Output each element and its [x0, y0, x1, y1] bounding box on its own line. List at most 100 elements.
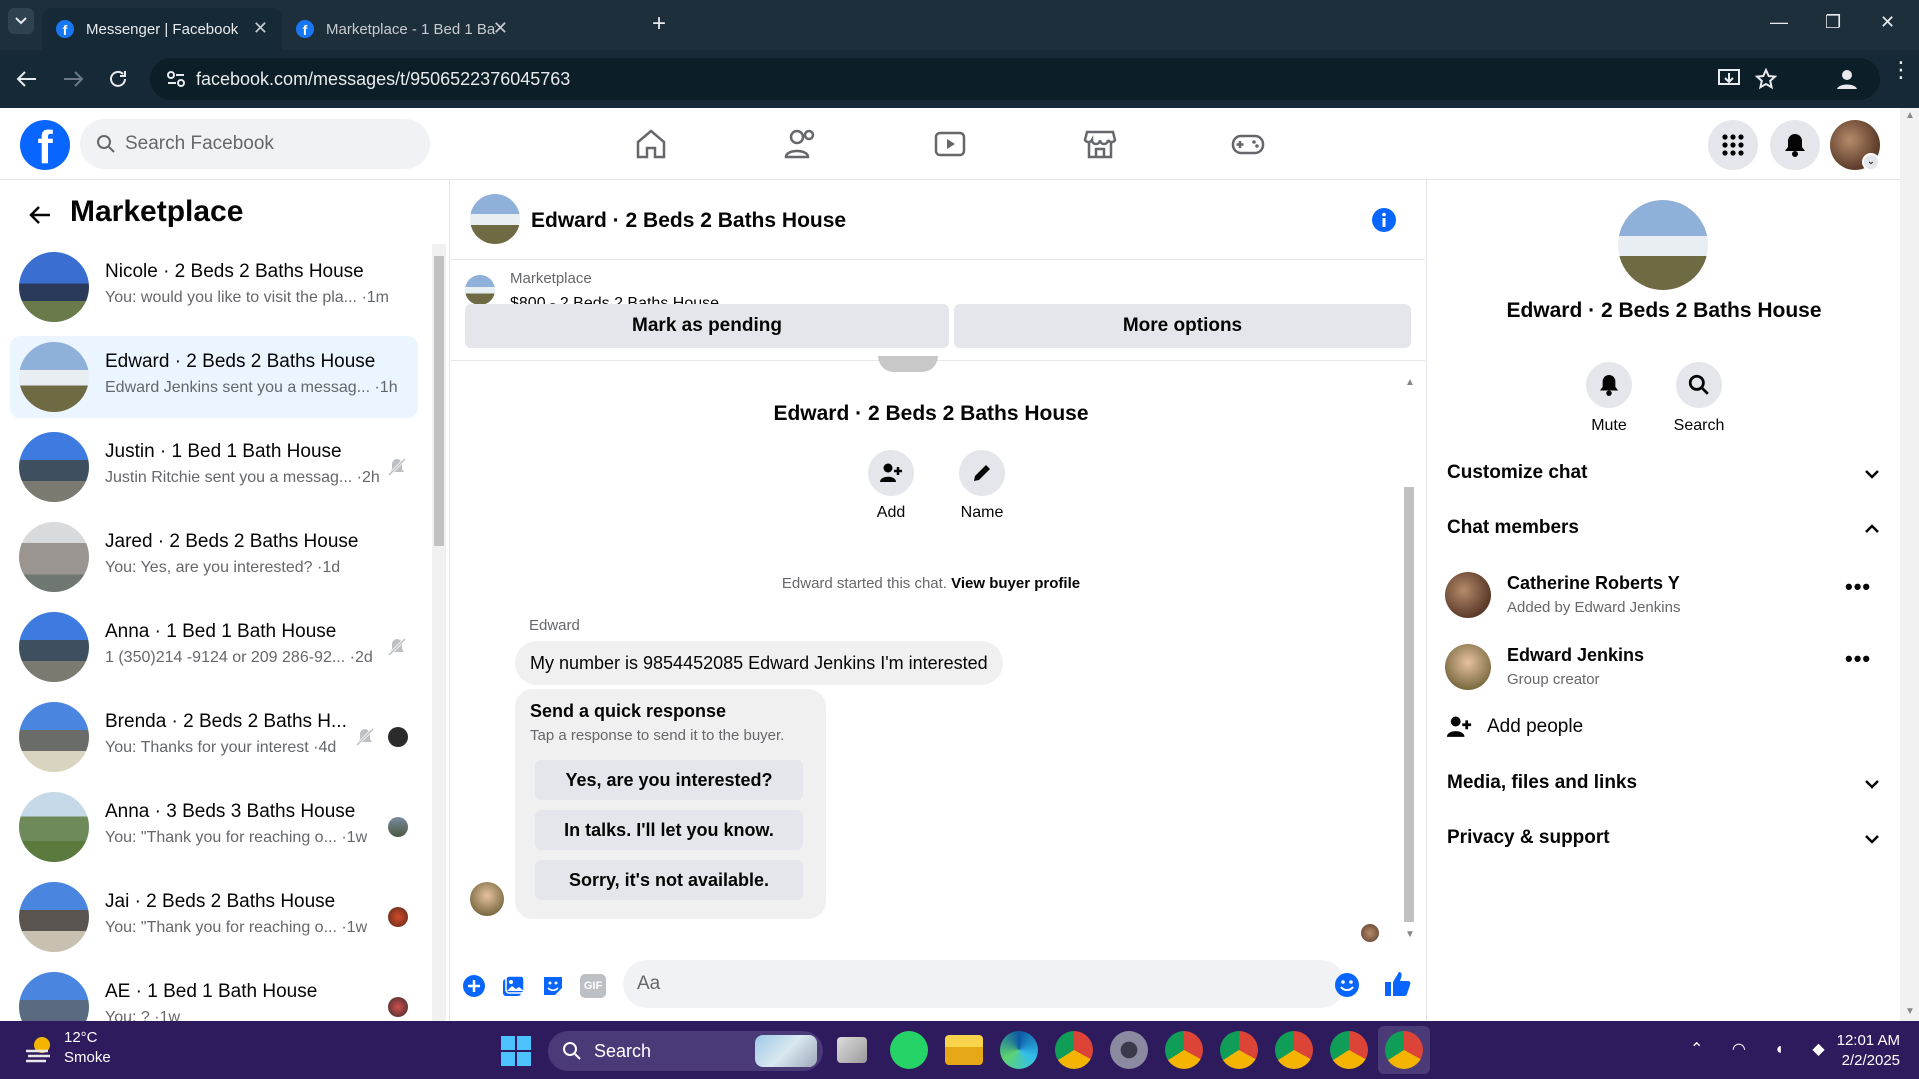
listing-thumbnail	[19, 522, 89, 592]
view-buyer-profile-link[interactable]: View buyer profile	[951, 575, 1080, 592]
info-icon[interactable]	[1371, 207, 1397, 233]
friends-icon[interactable]	[783, 126, 819, 162]
start-button[interactable]	[501, 1036, 531, 1066]
conversation-item[interactable]: AE · 1 Bed 1 Bath House You: ? ·1w	[10, 966, 418, 1021]
mute-button[interactable]: Mute	[1574, 362, 1644, 435]
member-item[interactable]: Catherine Roberts Y Added by Edward Jenk…	[1427, 570, 1901, 630]
facebook-logo[interactable]: f	[20, 120, 70, 170]
conversation-item[interactable]: Anna · 3 Beds 3 Baths House You: "Thank …	[10, 786, 418, 868]
listing-thumbnail	[19, 972, 89, 1021]
mark-pending-button[interactable]: Mark as pending	[465, 304, 949, 348]
conversation-item[interactable]: Nicole · 2 Beds 2 Baths House You: would…	[10, 246, 418, 328]
page-scrollbar[interactable]: ▲ ▼	[1900, 108, 1919, 1021]
task-view-icon[interactable]	[837, 1037, 867, 1063]
search-in-chat-button[interactable]: Search	[1664, 362, 1734, 435]
chrome-profile-icon[interactable]	[1275, 1031, 1313, 1069]
edge-icon[interactable]	[1000, 1031, 1038, 1069]
video-icon[interactable]	[932, 126, 968, 162]
chrome-profile-icon[interactable]	[1330, 1031, 1368, 1069]
member-item[interactable]: Edward Jenkins Group creator •••	[1427, 642, 1901, 702]
scrollbar-thumb[interactable]	[1404, 487, 1414, 922]
notifications-button[interactable]	[1770, 120, 1820, 170]
scrollbar-thumb[interactable]	[434, 256, 444, 546]
like-thumbs-up-icon[interactable]	[1383, 970, 1411, 998]
reload-icon[interactable]	[107, 68, 129, 90]
tab-marketplace[interactable]: f Marketplace - 1 Bed 1 Bath Hou ✕	[282, 8, 522, 50]
active-app-highlight[interactable]	[1378, 1026, 1430, 1074]
close-tab-icon[interactable]: ✕	[253, 18, 268, 39]
photo-icon[interactable]	[501, 974, 525, 998]
close-window-button[interactable]: ✕	[1880, 12, 1895, 33]
gif-icon[interactable]: GIF	[580, 974, 606, 998]
add-member-button[interactable]: Add	[861, 450, 921, 522]
listing-thumbnail	[19, 792, 89, 862]
message-input[interactable]: Aa	[623, 960, 1345, 1008]
chrome-icon[interactable]	[1055, 1031, 1093, 1069]
more-options-icon[interactable]: •••	[1845, 574, 1871, 600]
more-options-button[interactable]: More options	[954, 304, 1411, 348]
quick-reply-button[interactable]: Sorry, it's not available.	[535, 860, 803, 900]
marketplace-icon[interactable]	[1082, 126, 1118, 162]
quick-response-title: Send a quick response	[530, 701, 727, 721]
site-info-icon[interactable]	[166, 70, 186, 88]
privacy-support-row[interactable]: Privacy & support	[1427, 827, 1901, 867]
chat-members-row[interactable]: Chat members	[1427, 517, 1901, 557]
chevron-up-icon	[1865, 524, 1879, 533]
minimize-button[interactable]: —	[1770, 12, 1788, 33]
account-chevron-icon[interactable]: ⌄	[1862, 153, 1880, 171]
clock[interactable]: 12:01 AM 2/2/2025	[1820, 1031, 1900, 1071]
chrome-profile-icon[interactable]	[1165, 1031, 1203, 1069]
system-tray[interactable]: ⌃ ◠ ◖ ◆	[1690, 1039, 1837, 1059]
back-arrow-icon[interactable]	[28, 205, 52, 225]
plus-circle-icon[interactable]	[462, 974, 486, 998]
gaming-icon[interactable]	[1230, 126, 1266, 162]
facebook-favicon-icon: f	[296, 20, 314, 38]
message-bubble[interactable]: My number is 9854452085 Edward Jenkins I…	[515, 641, 1003, 685]
chrome-profile-icon[interactable]	[1220, 1031, 1258, 1069]
back-icon[interactable]	[16, 70, 38, 88]
whatsapp-icon[interactable]	[890, 1031, 928, 1069]
install-app-icon[interactable]	[1718, 69, 1740, 89]
chat-details-panel: Edward · 2 Beds 2 Baths House Mute Searc…	[1426, 180, 1900, 1021]
more-options-icon[interactable]: •••	[1845, 646, 1871, 672]
conversation-item-selected[interactable]: Edward · 2 Beds 2 Baths House Edward Jen…	[10, 336, 418, 418]
seen-avatar	[388, 727, 408, 747]
taskbar-search[interactable]: Search	[548, 1031, 823, 1071]
sender-avatar	[470, 882, 504, 916]
close-tab-icon[interactable]: ✕	[493, 18, 508, 39]
weather-widget[interactable]: 12°C Smoke	[24, 1029, 144, 1071]
tab-messenger[interactable]: f Messenger | Facebook ✕	[42, 8, 282, 50]
add-people-button[interactable]: Add people	[1427, 713, 1901, 753]
home-icon[interactable]	[633, 126, 669, 162]
quick-reply-button[interactable]: Yes, are you interested?	[535, 760, 803, 800]
conversation-item[interactable]: Anna · 1 Bed 1 Bath House 1 (350)214 -91…	[10, 606, 418, 688]
sticker-icon[interactable]	[541, 974, 565, 998]
bookmark-star-icon[interactable]	[1755, 68, 1777, 90]
tab-search-button[interactable]	[8, 8, 34, 34]
conversation-item[interactable]: Justin · 1 Bed 1 Bath House Justin Ritch…	[10, 426, 418, 508]
conversation-item[interactable]: Jared · 2 Beds 2 Baths House You: Yes, a…	[10, 516, 418, 598]
chat-scrollbar[interactable]: ▲ ▼	[1402, 377, 1416, 943]
customize-chat-row[interactable]: Customize chat	[1427, 462, 1901, 502]
file-explorer-icon[interactable]	[945, 1035, 983, 1065]
intro-avatar	[878, 356, 938, 372]
search-input[interactable]: Search Facebook	[80, 119, 430, 169]
restore-button[interactable]: ❐	[1825, 12, 1841, 33]
chat-title[interactable]: Edward · 2 Beds 2 Baths House	[531, 209, 846, 233]
details-avatar[interactable]	[1618, 200, 1708, 290]
conversation-item[interactable]: Jai · 2 Beds 2 Baths House You: "Thank y…	[10, 876, 418, 958]
new-tab-button[interactable]: +	[652, 10, 666, 38]
chat-avatar[interactable]	[470, 194, 520, 244]
edit-name-button[interactable]: Name	[952, 450, 1012, 522]
browser-menu-icon[interactable]: ⋮	[1890, 59, 1912, 81]
profile-icon[interactable]	[1836, 68, 1858, 90]
conversation-item[interactable]: Brenda · 2 Beds 2 Baths H... You: Thanks…	[10, 696, 418, 778]
quick-reply-button[interactable]: In talks. I'll let you know.	[535, 810, 803, 850]
forward-icon[interactable]	[62, 70, 84, 88]
emoji-icon[interactable]	[1334, 972, 1360, 998]
menu-button[interactable]	[1708, 120, 1758, 170]
scrollbar[interactable]	[432, 244, 446, 1021]
settings-gear-icon[interactable]	[1110, 1031, 1148, 1069]
address-bar[interactable]: facebook.com/messages/t/9506522376045763	[150, 58, 1880, 100]
media-files-row[interactable]: Media, files and links	[1427, 772, 1901, 812]
